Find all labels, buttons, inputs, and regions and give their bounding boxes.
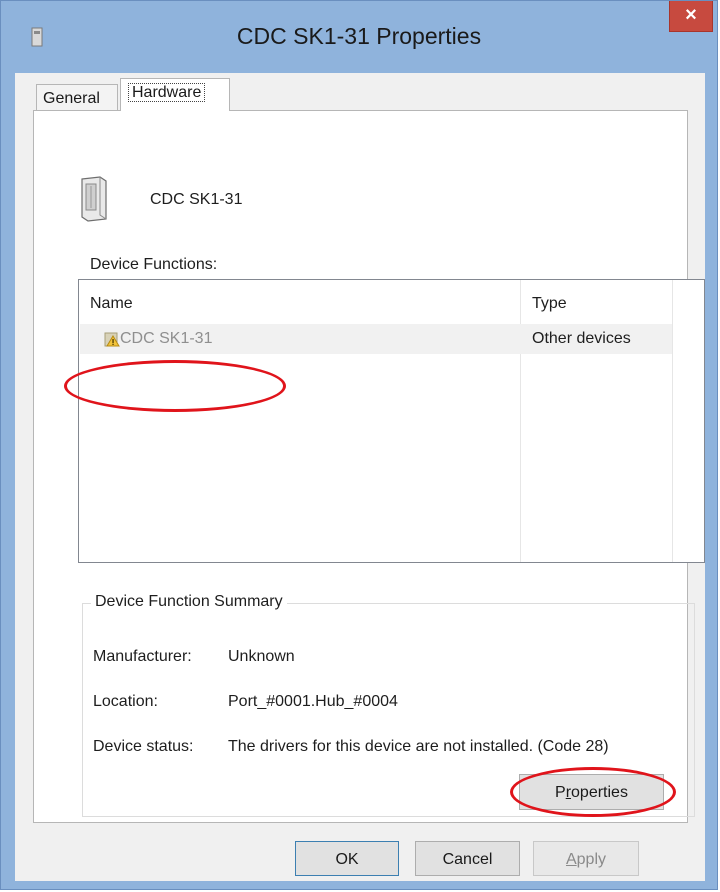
window-title: CDC SK1-31 Properties [236, 23, 482, 49]
dialog-client: General CDC SK1-31 Device Functions: Nam… [15, 73, 705, 881]
manufacturer-label: Manufacturer: [93, 648, 192, 665]
warning-device-icon [104, 332, 120, 347]
tab-hardware[interactable]: Hardware [120, 78, 230, 111]
device-status-value: The drivers for this device are not inst… [228, 738, 609, 755]
title-bar[interactable]: CDC SK1-31 Properties × [1, 1, 717, 73]
location-value: Port_#0001.Hub_#0004 [228, 693, 398, 710]
tab-general[interactable]: General [36, 84, 118, 110]
close-button[interactable]: × [669, 1, 713, 32]
device-name: CDC SK1-31 [150, 191, 243, 208]
ok-button[interactable]: OK [295, 841, 399, 876]
properties-window: CDC SK1-31 Properties × General CDC SK1-… [0, 0, 718, 890]
cancel-button[interactable]: Cancel [415, 841, 520, 876]
properties-button[interactable]: Properties [519, 774, 664, 810]
row-device-type: Other devices [532, 330, 631, 347]
hardware-panel: CDC SK1-31 Device Functions: Name Type C… [33, 110, 705, 823]
device-status-label: Device status: [93, 738, 194, 755]
apply-label-end: pply [576, 851, 607, 868]
column-separator[interactable] [672, 280, 673, 562]
column-separator[interactable] [520, 280, 521, 562]
device-functions-label: Device Functions: [90, 256, 218, 273]
properties-label-end: operties [571, 784, 628, 801]
device-functions-list[interactable]: Name Type CDC SK1-31 Other devices [78, 279, 705, 563]
location-label: Location: [93, 693, 158, 710]
properties-label-start: P [555, 784, 566, 801]
manufacturer-value: Unknown [228, 648, 295, 665]
row-device-name: CDC SK1-31 [120, 330, 213, 347]
column-header-type[interactable]: Type [532, 295, 567, 313]
column-header-name[interactable]: Name [90, 295, 133, 313]
tab-general-label: General [43, 90, 100, 107]
apply-label-accel: A [565, 851, 577, 868]
list-item[interactable]: CDC SK1-31 Other devices [80, 324, 672, 354]
summary-legend: Device Function Summary [91, 593, 287, 611]
usb-device-icon [81, 176, 107, 222]
apply-button[interactable]: Apply [533, 841, 639, 876]
tab-hardware-label: Hardware [128, 83, 206, 102]
